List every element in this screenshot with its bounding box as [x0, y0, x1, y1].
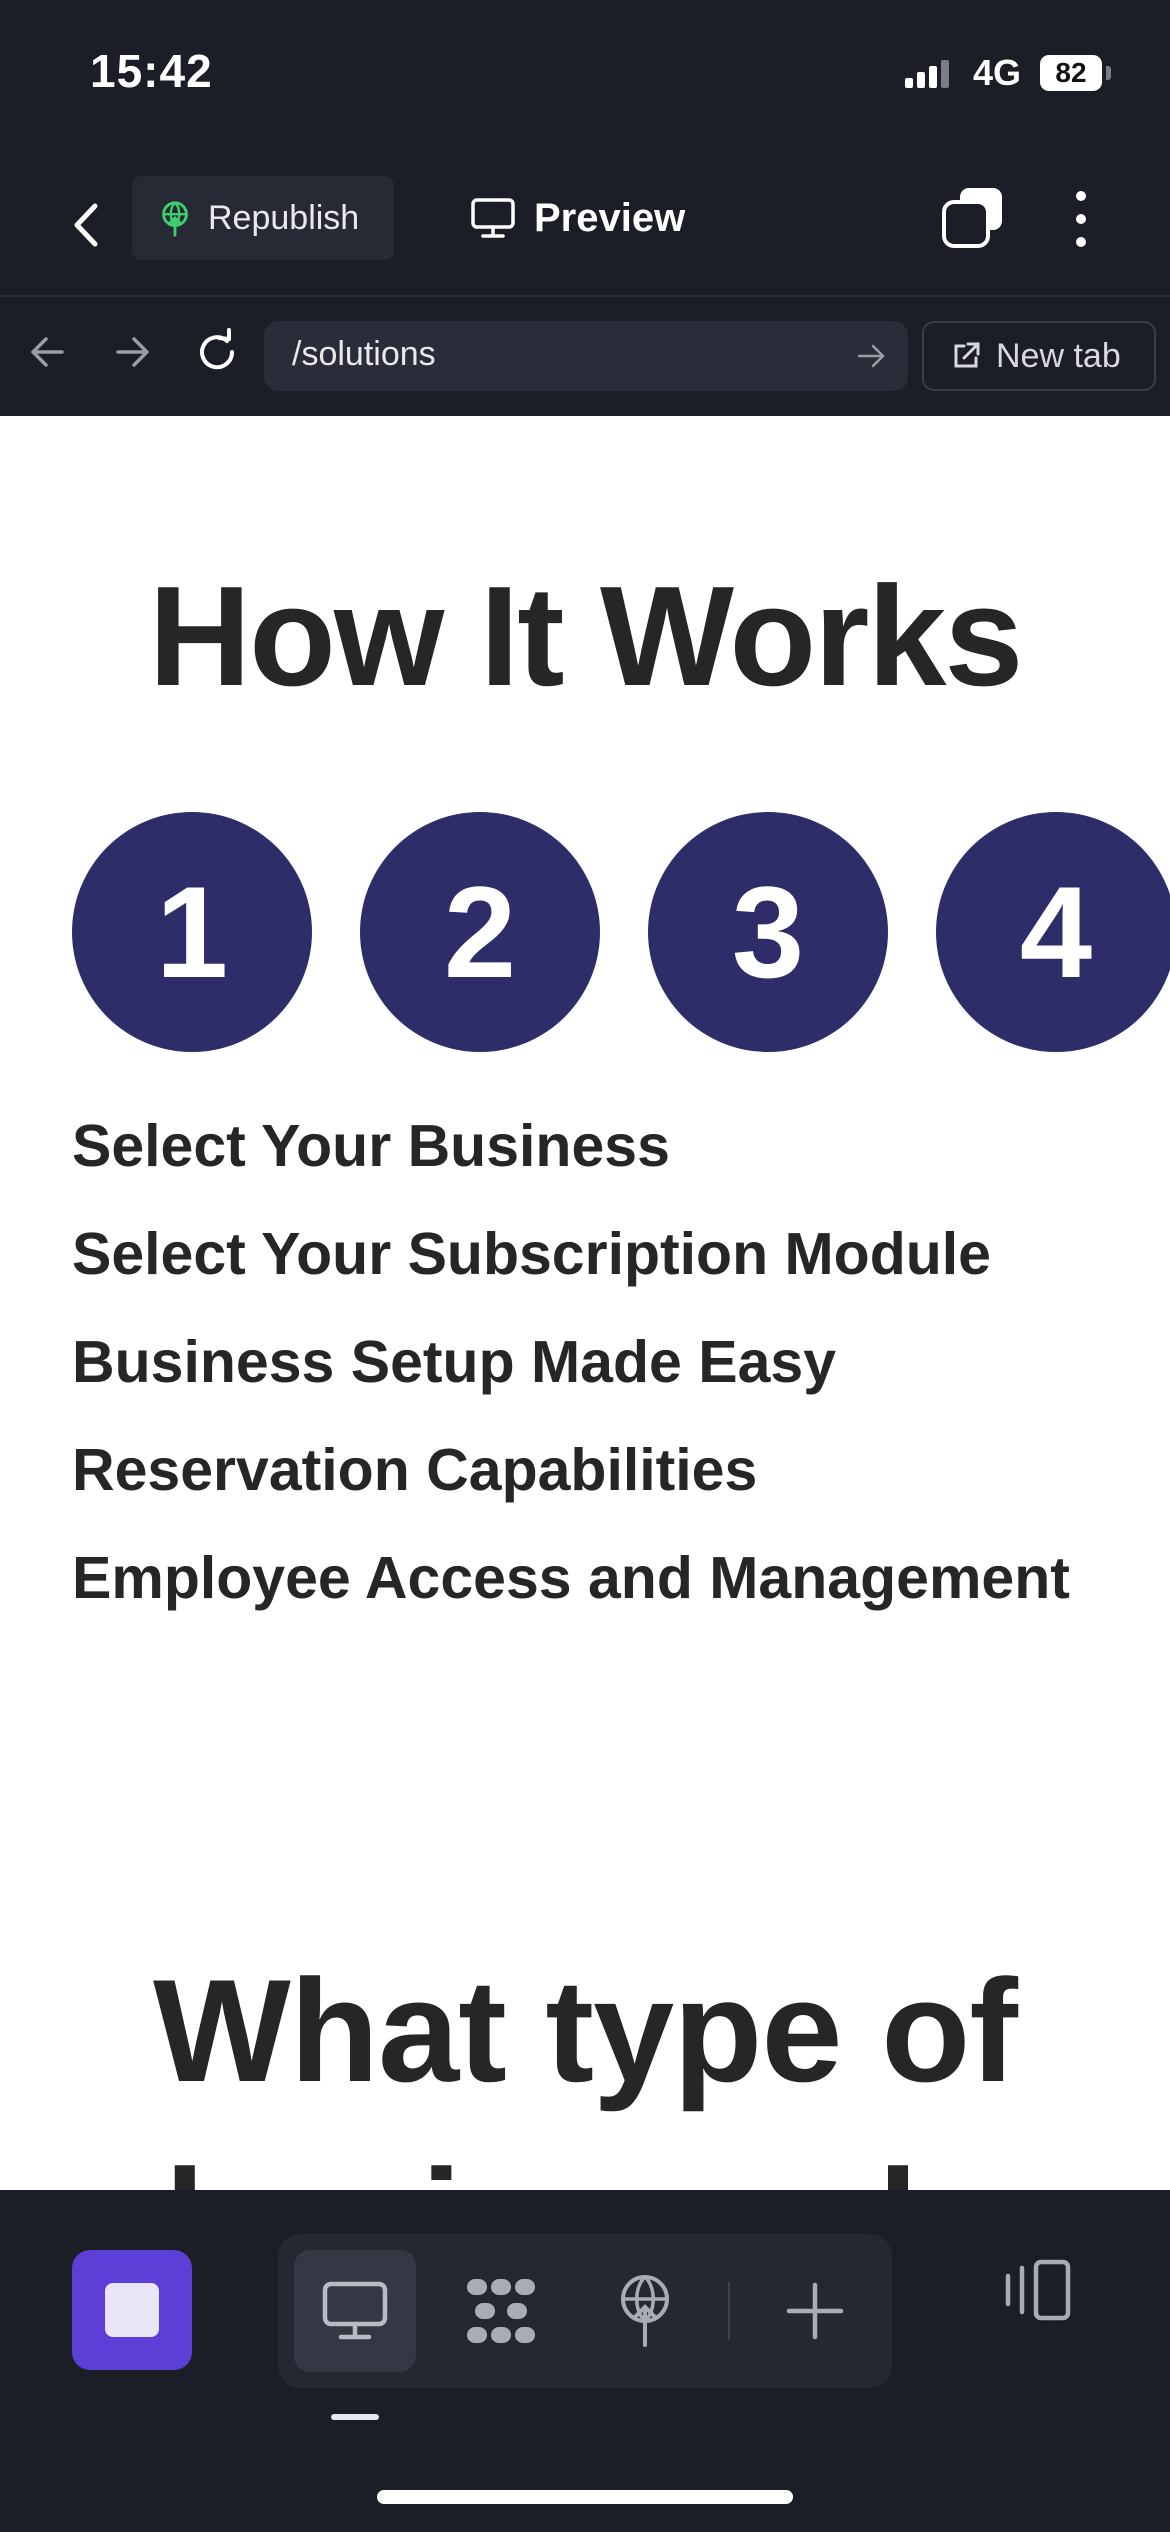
more-options-icon[interactable]: [1060, 186, 1102, 252]
stop-icon: [105, 2283, 159, 2337]
preview-button[interactable]: Preview: [470, 176, 685, 260]
desktop-icon: [471, 198, 515, 238]
feature-item: Employee Access and Management: [72, 1545, 1070, 1611]
status-time: 15:42: [90, 45, 213, 97]
republish-label: Republish: [208, 198, 360, 237]
components-icon: [467, 2279, 535, 2343]
battery-level: 82: [1040, 55, 1102, 91]
republish-button[interactable]: Republish: [132, 176, 394, 260]
chevron-left-icon: [74, 203, 98, 247]
new-tab-label: New tab: [996, 336, 1121, 375]
home-indicator: [377, 2490, 793, 2504]
external-link-icon: [954, 342, 980, 368]
arrow-left-icon[interactable]: [26, 327, 70, 377]
step-circle-3: 3: [648, 812, 888, 1052]
step-circle-4: 4: [936, 812, 1170, 1052]
components-button[interactable]: [440, 2250, 562, 2372]
reload-icon[interactable]: [192, 327, 242, 377]
back-button[interactable]: [58, 195, 114, 255]
bottom-toolbar: [0, 2190, 1170, 2532]
publish-icon: [621, 2275, 669, 2347]
preview-label: Preview: [534, 195, 686, 240]
active-tab-indicator: [331, 2414, 379, 2420]
step-circle-2: 2: [360, 812, 600, 1052]
cellular-signal-icon: [905, 60, 949, 88]
tool-group: [278, 2234, 892, 2388]
pages-switcher-icon[interactable]: [940, 186, 1006, 252]
feature-item: Business Setup Made Easy: [72, 1329, 837, 1395]
go-arrow-icon[interactable]: [854, 339, 888, 373]
browser-bar: /solutions New tab: [0, 297, 1170, 415]
desktop-view-button[interactable]: [294, 2250, 416, 2372]
stop-button[interactable]: [72, 2250, 192, 2370]
web-page-preview[interactable]: How It Works 1 2 3 4 Select Your Busines…: [0, 416, 1170, 2190]
arrow-right-icon[interactable]: [110, 327, 154, 377]
new-tab-button[interactable]: New tab: [922, 321, 1156, 391]
publish-button[interactable]: [584, 2250, 706, 2372]
toolbar-divider: [728, 2282, 730, 2340]
desktop-icon: [322, 2281, 388, 2340]
step-circle-1: 1: [72, 812, 312, 1052]
feature-item: Reservation Capabilities: [72, 1437, 758, 1503]
add-icon: [786, 2282, 844, 2340]
app-header: Republish Preview: [0, 160, 1170, 297]
panel-toggle-button[interactable]: [1000, 2250, 1076, 2330]
publish-icon: [162, 201, 188, 237]
feature-list: Select Your Business Select Your Subscri…: [72, 1112, 1070, 1652]
url-field[interactable]: /solutions: [264, 321, 908, 391]
feature-item: Select Your Business: [72, 1113, 670, 1179]
feature-item: Select Your Subscription Module: [72, 1221, 991, 1287]
section-title: How It Works: [148, 557, 1024, 716]
status-bar: 15:42 4G 82: [0, 0, 1170, 150]
add-button[interactable]: [754, 2250, 876, 2372]
url-text: /solutions: [292, 335, 436, 373]
panel-icon: [1005, 2259, 1071, 2321]
battery-tip: [1106, 66, 1111, 80]
business-type-title: What type of business do: [153, 1949, 1018, 2190]
network-type: 4G: [973, 52, 1022, 93]
